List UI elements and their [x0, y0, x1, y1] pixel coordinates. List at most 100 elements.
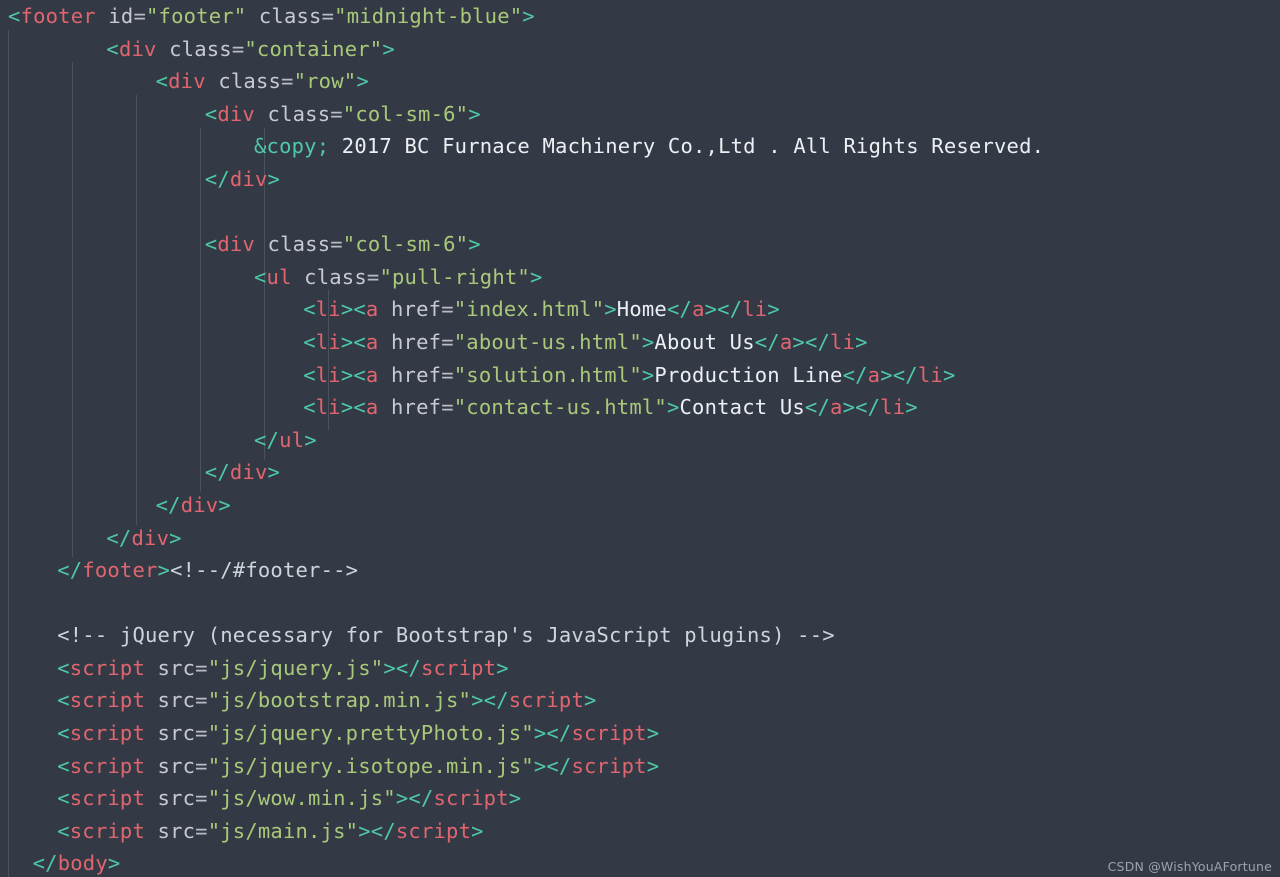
code-line[interactable]: <div class="col-sm-6"> — [0, 228, 1280, 261]
code-token-eq: = — [330, 232, 343, 257]
code-token-pun: < — [57, 721, 70, 746]
code-line[interactable]: </body> — [0, 847, 1280, 877]
code-line[interactable]: <div class="container"> — [0, 33, 1280, 66]
code-token-eq: = — [195, 655, 208, 680]
code-token-pun: > — [767, 297, 780, 322]
code-token-tag: script — [395, 818, 472, 843]
code-line[interactable]: <li><a href="solution.html">Production L… — [0, 359, 1280, 392]
code-token-tag: a — [692, 297, 705, 322]
code-token-pun: > — [471, 818, 484, 843]
code-token-tag: div — [180, 492, 219, 517]
code-token-attr: src — [145, 688, 196, 713]
code-token-pun: ></ — [395, 786, 434, 811]
code-token-txt: About Us — [654, 329, 755, 354]
code-token-pun: > — [267, 166, 281, 191]
code-token-tag: li — [315, 362, 341, 387]
code-line[interactable]: <ul class="pull-right"> — [0, 261, 1280, 294]
code-token-tag: script — [571, 753, 647, 778]
code-token-tag: footer — [82, 558, 158, 583]
code-line[interactable]: </ul> — [0, 424, 1280, 457]
code-token-pun: < — [57, 818, 70, 843]
code-token-pun: > — [522, 4, 535, 28]
code-token-pun: >< — [340, 297, 366, 322]
code-token-pun: > — [304, 427, 317, 452]
code-line[interactable]: <script src="js/bootstrap.min.js"></scri… — [0, 684, 1280, 717]
code-line[interactable]: <footer id="footer" class="midnight-blue… — [0, 0, 1280, 33]
code-token-attr: class — [246, 4, 322, 28]
code-line[interactable] — [0, 196, 1280, 229]
code-token-attr: href — [378, 362, 442, 387]
code-token-attr: class — [156, 36, 232, 61]
code-token-tag: script — [69, 786, 145, 811]
code-token-str: "index.html" — [453, 297, 605, 322]
code-token-pun: > — [496, 655, 509, 680]
code-token-pun: < — [57, 655, 70, 680]
code-token-tag: a — [365, 362, 379, 387]
code-token-pun: < — [303, 395, 316, 420]
code-token-pun: < — [106, 36, 119, 61]
code-token-pun: </ — [57, 558, 83, 583]
code-line[interactable]: </div> — [0, 489, 1280, 522]
code-token-pun: > — [905, 395, 918, 420]
code-token-str: "js/main.js" — [207, 818, 359, 843]
code-line[interactable]: <script src="js/wow.min.js"></script> — [0, 782, 1280, 815]
code-token-pun: > — [641, 362, 655, 387]
code-line[interactable]: </footer><!--/#footer--> — [0, 554, 1280, 587]
code-token-tag: footer — [20, 4, 96, 28]
code-token-pun: </ — [842, 362, 868, 387]
code-token-tag: script — [571, 721, 647, 746]
code-line[interactable]: <li><a href="about-us.html">About Us</a>… — [0, 326, 1280, 359]
code-token-tag: script — [433, 786, 509, 811]
code-token-tag: div — [168, 69, 206, 94]
code-token-pun: < — [204, 101, 218, 126]
code-line[interactable]: </div> — [0, 522, 1280, 555]
code-token-pun: > — [157, 558, 171, 583]
code-line[interactable] — [0, 587, 1280, 620]
code-line[interactable]: <div class="col-sm-6"> — [0, 98, 1280, 131]
code-line[interactable]: <li><a href="contact-us.html">Contact Us… — [0, 391, 1280, 424]
code-token-pun: ></ — [533, 721, 572, 746]
code-token-str: "footer" — [146, 4, 247, 28]
code-token-attr: id — [95, 4, 134, 28]
code-line[interactable]: </div> — [0, 163, 1280, 196]
code-token-tag: a — [365, 329, 379, 354]
code-token-tag: a — [779, 329, 793, 354]
code-content[interactable]: < footer id = "footer" class = "midnight-blue… — [0, 0, 1280, 877]
code-line[interactable]: <script src="js/jquery.isotope.min.js"><… — [0, 750, 1280, 783]
code-token-tag: script — [420, 655, 497, 680]
code-token-tag: div — [217, 232, 255, 257]
code-token-pun: > — [584, 688, 597, 713]
code-token-str: "container" — [244, 36, 383, 61]
code-token-str: "contact-us.html" — [453, 395, 667, 420]
code-line[interactable]: <div class="row"> — [0, 65, 1280, 98]
code-line[interactable]: <li><a href="index.html">Home</a></li> — [0, 293, 1280, 326]
code-token-pun: </ — [106, 525, 132, 550]
code-editor-view: < footer id = "footer" class = "midnight-blue… — [0, 0, 1280, 877]
code-token-str: "midnight-blue" — [334, 4, 523, 28]
code-token-tag: ul — [279, 427, 305, 452]
code-token-pun: </ — [804, 395, 831, 420]
code-line[interactable]: <script src="js/main.js"></script> — [0, 815, 1280, 848]
code-token-eq: = — [195, 721, 208, 746]
code-line[interactable]: <script src="js/jquery.js"></script> — [0, 652, 1280, 685]
code-token-tag: li — [315, 395, 341, 420]
code-token-str: "js/jquery.js" — [207, 655, 384, 680]
code-token-tag: li — [830, 329, 856, 354]
code-token-pun: </ — [32, 851, 58, 876]
code-line[interactable]: <script src="js/jquery.prettyPhoto.js"><… — [0, 717, 1280, 750]
code-token-pun: > — [666, 395, 680, 420]
code-token-pun: > — [529, 264, 543, 289]
code-token-txt: Home — [616, 297, 667, 322]
code-token-tag: script — [69, 753, 145, 778]
code-token-txt: 2017 BC Furnace Machinery Co.,Ltd . All … — [329, 134, 1045, 159]
code-token-pun: > — [107, 851, 121, 876]
code-token-pun: >< — [340, 395, 366, 420]
code-token-pun: </ — [204, 166, 230, 191]
code-token-attr: src — [145, 721, 196, 746]
code-line[interactable]: <!-- jQuery (necessary for Bootstrap's J… — [0, 619, 1280, 652]
code-token-pun: > — [604, 297, 617, 322]
code-token-eq: = — [441, 395, 454, 420]
code-token-com: <!-- jQuery (necessary for Bootstrap's J… — [57, 623, 835, 648]
code-line[interactable]: &copy; 2017 BC Furnace Machinery Co.,Ltd… — [0, 130, 1280, 163]
code-line[interactable]: </div> — [0, 456, 1280, 489]
